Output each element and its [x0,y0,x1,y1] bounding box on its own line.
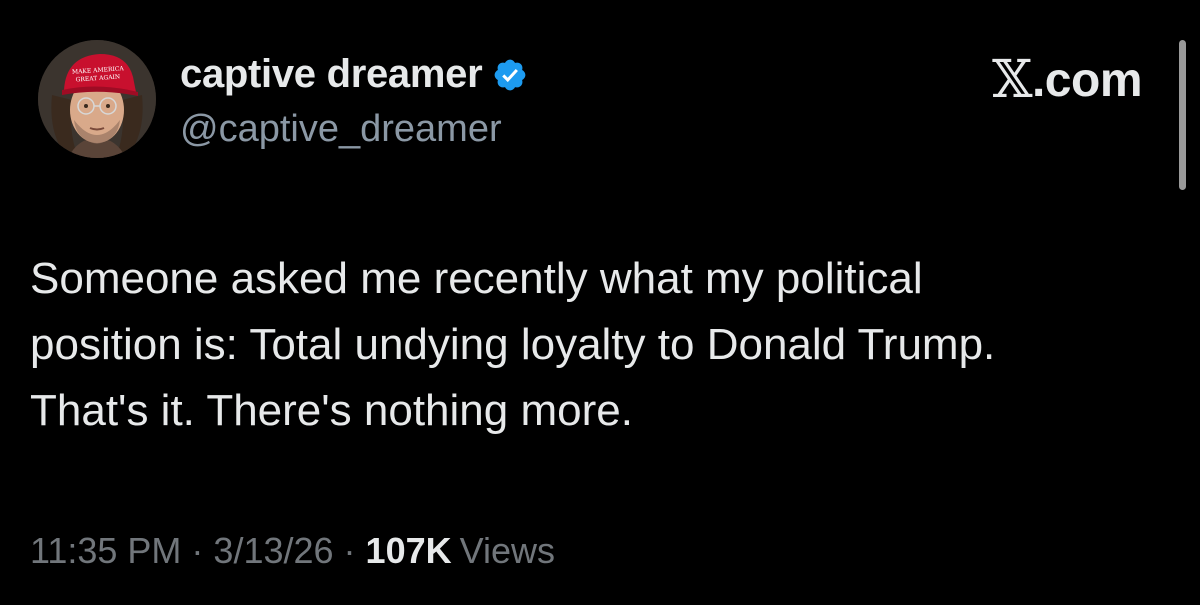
avatar-image: MAKE AMERICA GREAT AGAIN [38,40,156,158]
views-label: Views [459,530,555,571]
verified-badge-icon [492,57,528,93]
meta-separator: · [191,530,204,571]
views-count: 107K [365,530,452,571]
tweet-time[interactable]: 11:35 PM [30,530,181,572]
avatar[interactable]: MAKE AMERICA GREAT AGAIN [38,40,156,158]
x-logo-brand: 𝕏 .com [992,50,1142,110]
meta-separator: · [343,530,356,571]
user-handle[interactable]: @captive_dreamer [180,108,502,151]
name-row: captive dreamer [180,52,528,97]
tweet-meta: 11:35 PM · 3/13/26 · 107K Views [30,530,555,572]
scrollbar[interactable] [1179,40,1186,190]
tweet-text: Someone asked me recently what my politi… [30,254,996,435]
display-name[interactable]: captive dreamer [180,52,483,97]
tweet-date[interactable]: 3/13/26 [213,530,333,572]
brand-domain: .com [1031,53,1143,107]
tweet-card: MAKE AMERICA GREAT AGAIN captive dreamer… [0,0,1200,605]
x-logo-icon: 𝕏 [992,50,1032,110]
